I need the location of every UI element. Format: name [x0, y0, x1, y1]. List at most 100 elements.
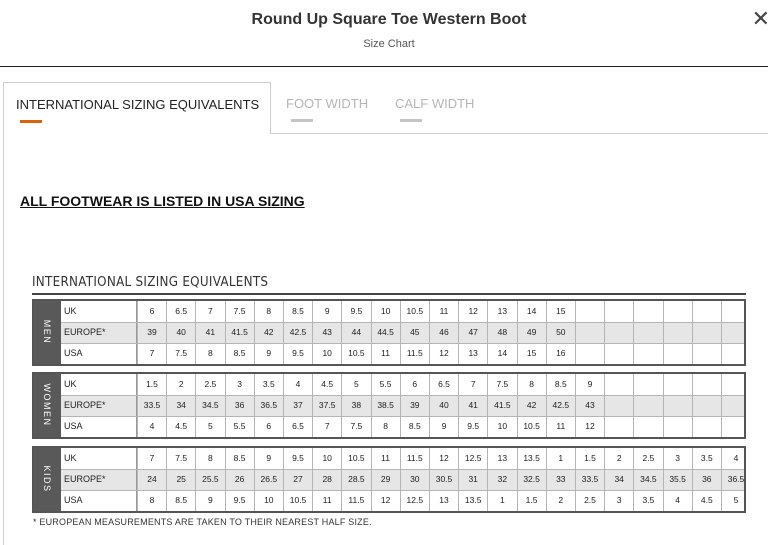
size-cell: 12 — [429, 448, 458, 469]
group-label: KIDS — [42, 465, 52, 493]
size-group-women: WOMEN UK 1.5 2 2.5 3 3.5 4 4.5 5 5.5 6 6.5 7 7.5 8 8.5 9… — [32, 372, 746, 439]
size-cell: 9 — [195, 490, 224, 511]
tab-international-sizing[interactable]: INTERNATIONAL SIZING EQUIVALENTS — [3, 82, 271, 134]
size-cell: 9.5 — [283, 343, 312, 364]
size-cell: 31 — [458, 469, 487, 490]
size-cell: 27 — [283, 469, 312, 490]
size-cell: 2.5 — [195, 374, 224, 395]
size-cell: 13.5 — [516, 448, 546, 469]
modal-subtitle: Size Chart — [363, 38, 415, 50]
size-cell: 2.5 — [633, 448, 662, 469]
size-row-label: EUROPE* — [61, 395, 137, 416]
group-label: MEN — [42, 319, 52, 345]
size-cell: 4.5 — [166, 416, 195, 437]
size-cell: 38 — [341, 395, 370, 416]
size-cell — [604, 416, 633, 437]
size-cell: 2 — [545, 490, 575, 511]
size-cell: 42.5 — [545, 395, 575, 416]
size-cell: 9 — [429, 416, 458, 437]
size-cell: 8.5 — [224, 448, 254, 469]
size-cell: 4 — [137, 416, 166, 437]
size-cell: 1 — [545, 448, 575, 469]
size-cell: 4 — [662, 490, 692, 511]
size-cell — [633, 322, 662, 343]
size-cell: 2.5 — [575, 490, 604, 511]
size-cell: 8 — [370, 416, 400, 437]
size-cell — [604, 374, 633, 395]
size-cell: 39 — [399, 395, 429, 416]
size-cell: 8.5 — [545, 374, 575, 395]
size-cell: 3 — [604, 490, 633, 511]
size-cell: 12.5 — [458, 448, 487, 469]
size-cell: 28.5 — [341, 469, 370, 490]
size-cell: 8.5 — [283, 301, 312, 322]
size-cell: 12 — [370, 490, 400, 511]
size-cell — [604, 343, 633, 364]
size-cell — [721, 374, 750, 395]
size-cell: 10 — [312, 343, 341, 364]
size-cell: 49 — [516, 322, 546, 343]
size-cell — [691, 395, 721, 416]
size-cell: 40 — [166, 322, 195, 343]
size-cell: 41.5 — [224, 322, 254, 343]
size-cell: 10.5 — [283, 490, 312, 511]
size-cell: 6.5 — [166, 301, 195, 322]
size-row-label: UK — [61, 374, 137, 395]
size-cell: 15 — [545, 301, 575, 322]
size-cell: 3 — [662, 448, 692, 469]
size-cell: 11 — [312, 490, 341, 511]
size-cell — [633, 343, 662, 364]
footnote: * EUROPEAN MEASUREMENTS ARE TAKEN TO THE… — [33, 517, 372, 527]
tab-foot-width[interactable]: FOOT WIDTH — [286, 82, 386, 134]
close-icon[interactable]: ✕ — [752, 8, 768, 30]
size-cell: 34 — [166, 395, 195, 416]
group-side-band: MEN — [34, 301, 61, 364]
size-cell: 11 — [429, 301, 458, 322]
size-cell — [691, 301, 721, 322]
size-cell — [633, 374, 662, 395]
size-cell: 32 — [487, 469, 516, 490]
size-cell: 10 — [370, 301, 400, 322]
size-cell — [662, 301, 692, 322]
size-cell: 10 — [487, 416, 516, 437]
chart-title: INTERNATIONAL SIZING EQUIVALENTS — [32, 275, 269, 290]
size-cell: 43 — [575, 395, 604, 416]
size-cell: 33.5 — [137, 395, 166, 416]
size-cell: 3 — [224, 374, 254, 395]
size-cell: 40 — [429, 395, 458, 416]
size-cell: 10 — [253, 490, 283, 511]
size-cell: 24 — [137, 469, 166, 490]
size-cell — [721, 395, 750, 416]
size-cell — [721, 343, 750, 364]
size-cell: 7 — [195, 301, 224, 322]
size-cell: 6.5 — [283, 416, 312, 437]
size-cell: 13 — [487, 448, 516, 469]
size-cell: 5.5 — [224, 416, 254, 437]
size-cell: 11.5 — [399, 448, 429, 469]
size-cell: 1 — [487, 490, 516, 511]
size-cell: 36.5 — [721, 469, 750, 490]
size-cell: 28 — [312, 469, 341, 490]
size-cell: 36 — [691, 469, 721, 490]
size-cell: 4 — [721, 448, 750, 469]
size-cell: 10.5 — [399, 301, 429, 322]
size-cell — [662, 416, 692, 437]
size-cell: 11 — [370, 343, 400, 364]
size-cell: 10 — [312, 448, 341, 469]
tab-indicator — [291, 119, 313, 122]
size-cell: 13.5 — [458, 490, 487, 511]
tab-calf-width[interactable]: CALF WIDTH — [395, 82, 495, 134]
size-cell: 26 — [224, 469, 254, 490]
size-cell: 16 — [545, 343, 575, 364]
row-divider — [61, 490, 744, 491]
group-side-band: KIDS — [34, 448, 61, 511]
size-cell: 42.5 — [283, 322, 312, 343]
size-cell: 34.5 — [633, 469, 662, 490]
size-cell — [662, 322, 692, 343]
size-cell: 12 — [575, 416, 604, 437]
size-cell: 12 — [458, 301, 487, 322]
size-group-men: MEN UK 6 6.5 7 7.5 8 8.5 9 9.5 10 10.5 11 12 13 14 15 EU… — [32, 299, 746, 366]
size-cell — [633, 416, 662, 437]
size-cell: 36.5 — [253, 395, 283, 416]
size-cell: 47 — [458, 322, 487, 343]
